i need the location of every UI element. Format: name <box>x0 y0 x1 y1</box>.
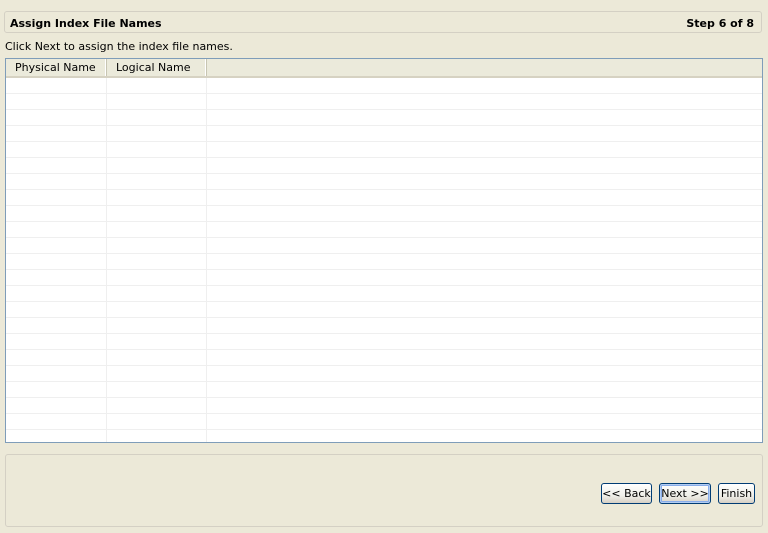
table-row <box>6 174 762 190</box>
table-row <box>6 254 762 270</box>
table-row <box>6 222 762 238</box>
column-header-physical-name[interactable]: Physical Name <box>6 59 107 76</box>
table-row <box>6 126 762 142</box>
table-row <box>6 94 762 110</box>
table-row <box>6 206 762 222</box>
table-row <box>6 398 762 414</box>
wizard-step-indicator: Step 6 of 8 <box>686 17 754 30</box>
next-button[interactable]: Next >> <box>659 483 711 504</box>
table-body <box>6 78 762 442</box>
table-row <box>6 158 762 174</box>
instruction-text: Click Next to assign the index file name… <box>5 40 233 53</box>
index-names-table[interactable]: Physical Name Logical Name <box>5 58 763 443</box>
table-row <box>6 350 762 366</box>
column-header-filler <box>207 59 762 76</box>
finish-button[interactable]: Finish <box>718 483 755 504</box>
table-row <box>6 302 762 318</box>
table-row <box>6 238 762 254</box>
column-divider <box>206 78 207 442</box>
table-row <box>6 286 762 302</box>
wizard-title: Assign Index File Names <box>10 17 162 30</box>
button-panel: << Back Next >> Finish <box>5 454 763 527</box>
table-row <box>6 334 762 350</box>
wizard-header: Assign Index File Names Step 6 of 8 <box>4 11 762 33</box>
table-row <box>6 190 762 206</box>
table-row <box>6 366 762 382</box>
table-row <box>6 414 762 430</box>
table-row <box>6 382 762 398</box>
table-row <box>6 318 762 334</box>
table-row <box>6 142 762 158</box>
table-row <box>6 78 762 94</box>
table-row <box>6 110 762 126</box>
back-button[interactable]: << Back <box>601 483 652 504</box>
column-header-logical-name[interactable]: Logical Name <box>107 59 207 76</box>
table-row <box>6 270 762 286</box>
column-divider <box>106 78 107 442</box>
table-header: Physical Name Logical Name <box>6 59 762 78</box>
